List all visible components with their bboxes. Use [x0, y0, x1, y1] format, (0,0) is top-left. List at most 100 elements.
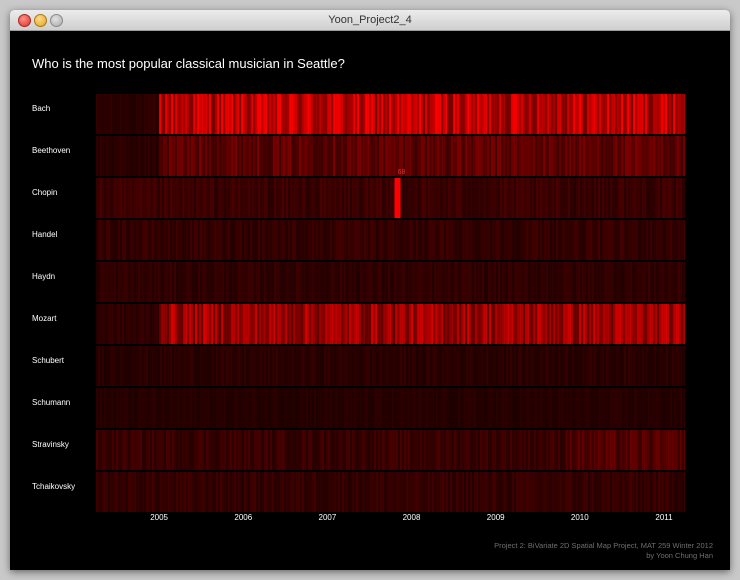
heatmap-cell [350, 388, 352, 428]
heatmap-cell [658, 178, 660, 218]
heatmap-cell [193, 304, 196, 344]
heatmap-cell [431, 304, 434, 344]
heatmap-cell [440, 472, 442, 512]
heatmap-cell [516, 430, 518, 470]
heatmap-cell [232, 430, 234, 470]
heatmap-cell [222, 220, 224, 260]
heatmap-cell [98, 346, 100, 386]
heatmap-cell [572, 346, 574, 386]
heatmap-cell [502, 262, 504, 302]
row-label: Tchaikovsky [32, 482, 75, 491]
heatmap-cell [375, 94, 378, 134]
heatmap-cell [132, 472, 134, 512]
heatmap-cell [573, 94, 576, 134]
heatmap-cell [231, 304, 234, 344]
heatmap-cell [642, 262, 644, 302]
heatmap-cell [146, 94, 148, 134]
heatmap-cell [195, 94, 198, 134]
heatmap-cell [208, 262, 210, 302]
heatmap-cell [596, 262, 598, 302]
heatmap-cell [568, 220, 570, 260]
heatmap-cell [567, 136, 570, 176]
heatmap-cell [220, 178, 222, 218]
highlight-peak-bar[interactable] [394, 178, 401, 218]
heatmap-cell [100, 388, 102, 428]
heatmap-cell [500, 472, 502, 512]
heatmap-cell [628, 220, 630, 260]
heatmap-cell [518, 178, 520, 218]
heatmap-cell [300, 262, 302, 302]
heatmap-cell [621, 94, 624, 134]
heatmap-cell [313, 304, 316, 344]
heatmap-cell [297, 94, 300, 134]
heatmap-cell [678, 220, 680, 260]
heatmap-cell [368, 430, 370, 470]
heatmap-cell [517, 136, 520, 176]
heatmap-cell [480, 178, 482, 218]
heatmap-cell [98, 304, 100, 344]
heatmap-cell [500, 346, 502, 386]
heatmap-cell [466, 388, 468, 428]
heatmap-cell [371, 94, 374, 134]
heatmap-cell [504, 220, 506, 260]
heatmap-cell [670, 388, 672, 428]
heatmap-cell [409, 304, 412, 344]
heatmap-cell [230, 346, 232, 386]
heatmap-cell [188, 346, 190, 386]
heatmap-cell [479, 136, 482, 176]
heatmap-cell [345, 94, 348, 134]
heatmap-cell [364, 430, 366, 470]
heatmap-cell [274, 388, 276, 428]
heatmap-cell [407, 304, 410, 344]
heatmap-cell [454, 346, 456, 386]
heatmap-cell [190, 346, 192, 386]
heatmap-cell [192, 430, 194, 470]
heatmap-cell [329, 94, 332, 134]
heatmap-cell [336, 388, 338, 428]
heatmap-cell [392, 430, 394, 470]
heatmap-cell [220, 346, 222, 386]
heatmap-cell [568, 388, 570, 428]
heatmap-cell [288, 262, 290, 302]
heatmap-cell [356, 430, 358, 470]
heatmap-cell [410, 346, 412, 386]
heatmap-cell [132, 94, 134, 134]
heatmap-cell [556, 220, 558, 260]
heatmap-cell [532, 178, 534, 218]
heatmap-cell [593, 136, 596, 176]
heatmap-cell [265, 304, 268, 344]
heatmap-cell [430, 220, 432, 260]
heatmap-cell [274, 262, 276, 302]
heatmap-cell [142, 220, 144, 260]
heatmap-cell [668, 346, 670, 386]
heatmap-cell [382, 178, 384, 218]
heatmap-cell [262, 262, 264, 302]
heatmap-cell [344, 388, 346, 428]
heatmap-cell [374, 346, 376, 386]
heatmap-cell [513, 136, 516, 176]
heatmap-cell [268, 262, 270, 302]
heatmap-cell [572, 472, 574, 512]
heatmap-cell [545, 94, 548, 134]
heatmap-cell [645, 136, 648, 176]
heatmap-cell [623, 304, 626, 344]
heatmap-cell [622, 472, 624, 512]
heatmap-cell [556, 388, 558, 428]
heatmap-cell [311, 94, 314, 134]
heatmap-cell [332, 388, 334, 428]
heatmap-cell [397, 304, 400, 344]
heatmap-cell [584, 472, 586, 512]
heatmap-cell [367, 136, 370, 176]
heatmap-cell [657, 430, 660, 470]
heatmap-cell [409, 136, 412, 176]
heatmap-cell [332, 262, 334, 302]
heatmap-cell [255, 94, 258, 134]
heatmap-cell [318, 388, 320, 428]
heatmap-cell [383, 94, 386, 134]
heatmap-cell [191, 136, 194, 176]
heatmap-cell [668, 388, 670, 428]
heatmap-cell [553, 94, 556, 134]
heatmap-cell [569, 430, 572, 470]
heatmap-cell [598, 346, 600, 386]
heatmap-cell [329, 136, 332, 176]
